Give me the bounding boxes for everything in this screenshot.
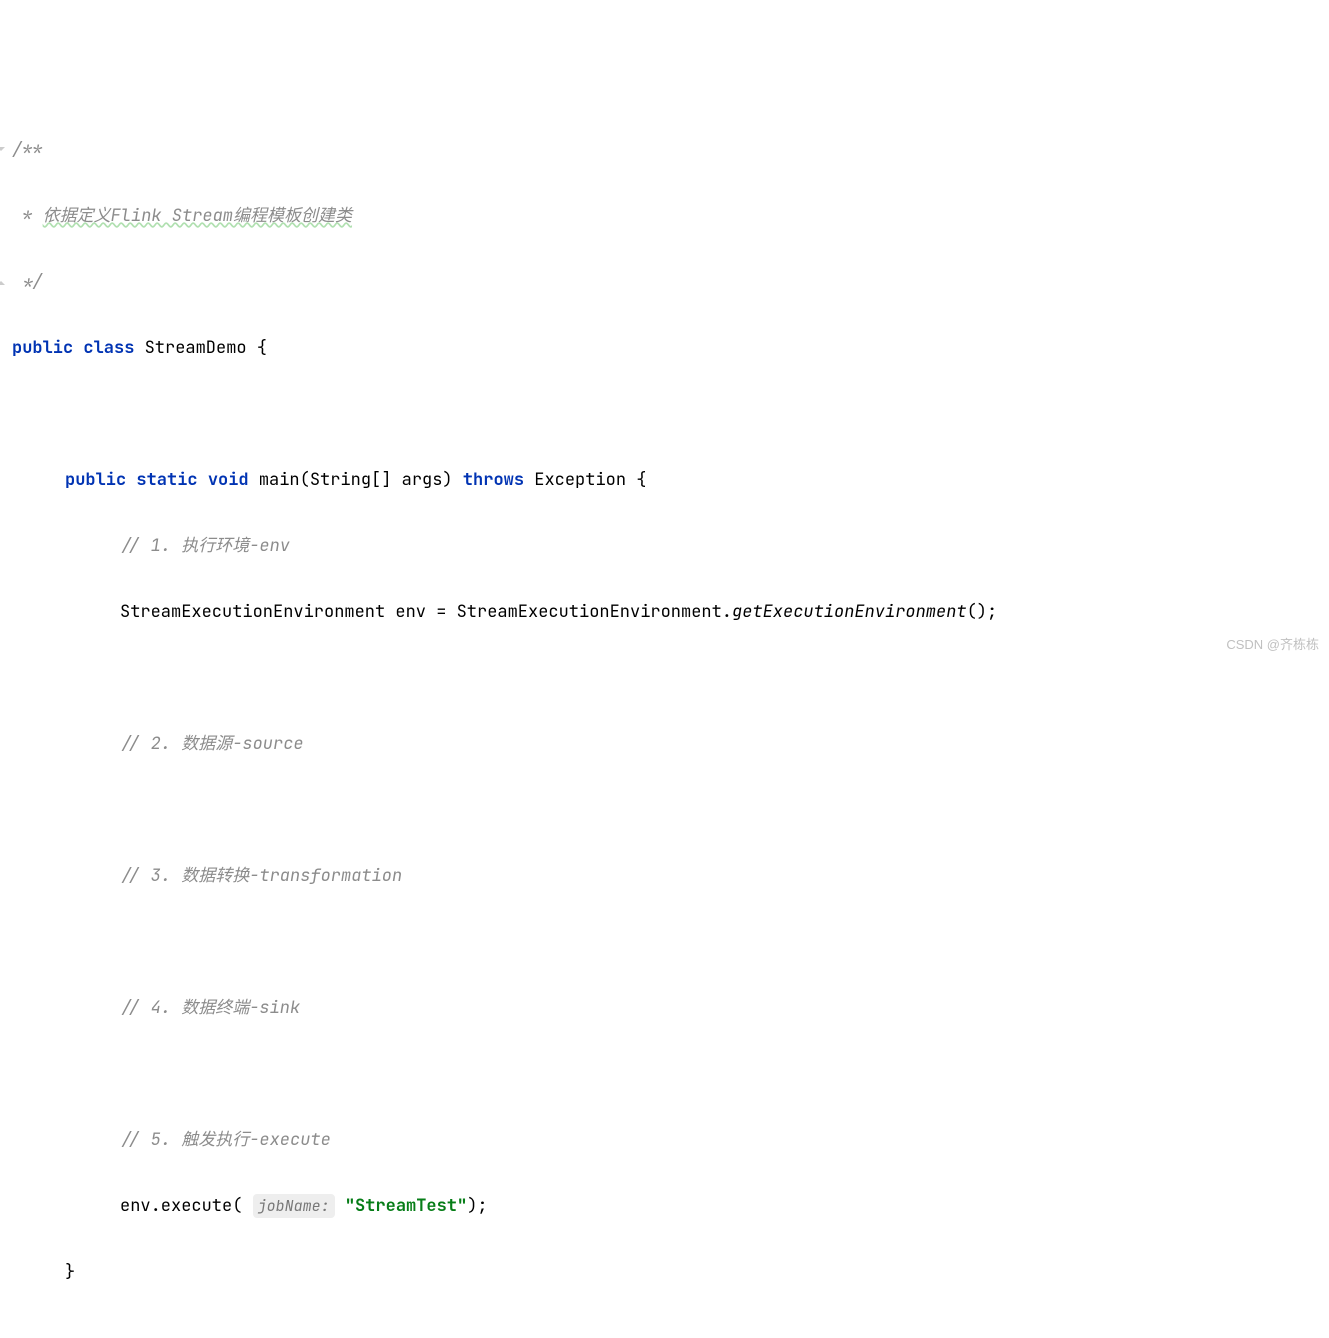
watermark-text: CSDN @齐栋栋 — [1226, 628, 1319, 661]
code-line-brace[interactable]: } — [0, 1256, 1329, 1289]
code-line-comment[interactable]: // 1. 执行环境-env — [0, 530, 1329, 563]
code-line-class-decl[interactable]: public class StreamDemo { — [0, 332, 1329, 365]
keyword-public: public — [12, 337, 73, 359]
static-method: getExecutionEnvironment — [732, 601, 967, 623]
comment-text: // 2. 数据源-source — [120, 733, 304, 755]
code-line-comment[interactable]: // 4. 数据终端-sink — [0, 992, 1329, 1025]
comment-text: // 3. 数据转换-transformation — [120, 865, 402, 887]
comment-text: // 5. 触发执行-execute — [120, 1129, 331, 1151]
parameter-hint: jobName: — [253, 1194, 335, 1218]
exception-name: Exception { — [534, 469, 646, 491]
code-line-blank — [0, 926, 1329, 959]
statement-end: ); — [467, 1195, 487, 1217]
keyword-class: class — [83, 337, 134, 359]
keyword-static: static — [136, 469, 197, 491]
comment-text: /** — [12, 139, 43, 161]
code-line-blank — [0, 794, 1329, 827]
statement-text: env.execute( — [120, 1195, 242, 1217]
code-line-blank — [0, 1058, 1329, 1091]
statement-text: StreamExecutionEnvironment env = StreamE… — [120, 601, 732, 623]
method-signature: main(String[] args) — [259, 469, 453, 491]
code-line-blank — [0, 662, 1329, 695]
comment-text: // 4. 数据终端-sink — [120, 997, 300, 1019]
class-name: StreamDemo { — [145, 337, 267, 359]
keyword-throws: throws — [463, 469, 524, 491]
string-literal: "StreamTest" — [345, 1195, 467, 1217]
collapse-icon — [0, 277, 6, 287]
keyword-void: void — [208, 469, 249, 491]
code-line-comment[interactable]: // 3. 数据转换-transformation — [0, 860, 1329, 893]
comment-prefix: * — [12, 205, 43, 227]
code-line-statement[interactable]: env.execute( jobName: "StreamTest"); — [0, 1190, 1329, 1223]
code-line-method-decl[interactable]: public static void main(String[] args) t… — [0, 464, 1329, 497]
collapse-icon — [0, 145, 6, 155]
brace: } — [65, 1261, 75, 1283]
comment-text: // 1. 执行环境-env — [120, 535, 290, 557]
code-line-statement[interactable]: StreamExecutionEnvironment env = StreamE… — [0, 596, 1329, 629]
comment-text: */ — [12, 271, 43, 293]
keyword-public: public — [65, 469, 126, 491]
code-line-comment[interactable]: // 5. 触发执行-execute — [0, 1124, 1329, 1157]
code-line-blank — [0, 1322, 1329, 1338]
code-line-comment-start[interactable]: /** — [0, 134, 1329, 167]
statement-end: (); — [967, 601, 998, 623]
code-line-comment-end[interactable]: */ — [0, 266, 1329, 299]
comment-text: 依据定义Flink Stream编程模板创建类 — [43, 205, 352, 227]
code-line-blank — [0, 398, 1329, 431]
code-line-comment[interactable]: // 2. 数据源-source — [0, 728, 1329, 761]
code-line-comment-body[interactable]: * 依据定义Flink Stream编程模板创建类 — [0, 200, 1329, 233]
